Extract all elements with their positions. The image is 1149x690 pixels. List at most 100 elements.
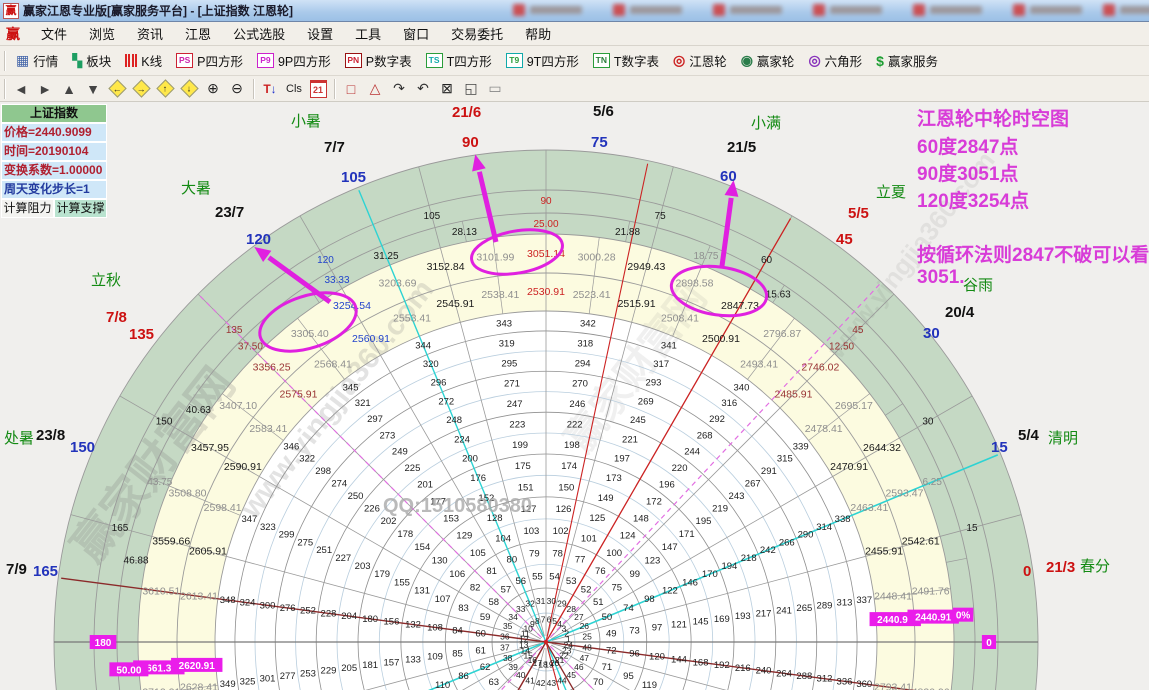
degree-label: 105 (341, 169, 366, 186)
toolbar-button-六角形[interactable]: ◎六角形 (805, 49, 865, 72)
nav-prev-button[interactable]: ◄ (11, 79, 31, 99)
svg-text:2593.47: 2593.47 (885, 488, 923, 500)
toolbar-button-T四方形[interactable]: TST四方形 (423, 49, 495, 72)
svg-text:2463.41: 2463.41 (850, 502, 888, 514)
rotate-ccw-button[interactable]: ↶ (413, 79, 433, 99)
degree-label: 15 (991, 439, 1008, 456)
toolbar-button-板块[interactable]: ▚板块 (69, 49, 114, 72)
svg-text:300: 300 (260, 600, 276, 611)
analysis-note-3: 120度3254点 (917, 186, 1029, 213)
svg-text:266: 266 (779, 537, 795, 548)
toolbar-button-label: 赢家服务 (888, 51, 938, 70)
svg-text:299: 299 (279, 530, 295, 541)
svg-text:144: 144 (671, 655, 687, 666)
toolbar-button-江恩轮[interactable]: ◎江恩轮 (670, 49, 730, 72)
toolbar-button-9T四方形[interactable]: T99T四方形 (503, 49, 582, 72)
date-label: 7/8 (106, 309, 127, 326)
svg-text:54: 54 (549, 572, 560, 583)
collapse-tool-button[interactable]: ◱ (461, 79, 481, 99)
square-tool-button[interactable]: □ (341, 79, 361, 99)
menu-item-6[interactable]: 工具 (344, 25, 392, 44)
svg-text:124: 124 (620, 531, 636, 542)
svg-text:216: 216 (735, 663, 751, 674)
pan-down-button[interactable]: ↓ (179, 79, 199, 99)
menu-item-1[interactable]: 浏览 (78, 25, 126, 44)
svg-text:0: 0 (986, 638, 992, 649)
menu-item-5[interactable]: 设置 (296, 25, 344, 44)
menu-item-3[interactable]: 江恩 (174, 25, 222, 44)
svg-text:146: 146 (682, 577, 698, 588)
svg-text:2538.41: 2538.41 (481, 289, 519, 301)
toolbar-button-label: T数字表 (614, 51, 659, 70)
marquee-tool-button[interactable]: ⊠ (437, 79, 457, 99)
zoom-in-button[interactable]: ⊕ (203, 79, 223, 99)
svg-text:314: 314 (816, 522, 832, 533)
menu-item-8[interactable]: 交易委托 (440, 25, 514, 44)
pan-left-button[interactable]: ← (107, 79, 127, 99)
pan-up-button[interactable]: ↑ (155, 79, 175, 99)
menu-item-4[interactable]: 公式选股 (222, 25, 296, 44)
drawing-toolbar: ◄►▲▼←→↑↓⊕⊖ T↓Cls21 □△↷↶⊠◱▭ (0, 76, 1149, 102)
svg-text:145: 145 (693, 617, 709, 628)
svg-text:25: 25 (582, 632, 592, 642)
toolbar-button-行情[interactable]: ▦行情 (13, 49, 61, 72)
nav-down-button[interactable]: ▼ (83, 79, 103, 99)
menu-item-9[interactable]: 帮助 (514, 25, 562, 44)
svg-text:249: 249 (392, 447, 408, 458)
svg-text:3203.69: 3203.69 (379, 278, 417, 290)
toolbar-button-K线[interactable]: K线 (122, 49, 165, 72)
redacted-region (1103, 2, 1149, 18)
season-label: 处暑 (4, 427, 34, 448)
nav-next-button[interactable]: ► (35, 79, 55, 99)
quote-panel: 上证指数 价格=2440.9099时间=20190104变换系数=1.00000… (1, 104, 107, 218)
svg-text:5: 5 (552, 616, 557, 626)
svg-text:221: 221 (622, 434, 638, 445)
toolbar-button-赢家轮[interactable]: ◉赢家轮 (738, 49, 798, 72)
svg-text:274: 274 (331, 478, 347, 489)
date-label: 7/9 (6, 561, 27, 578)
svg-text:129: 129 (456, 531, 472, 542)
pn-icon: PN (345, 53, 362, 68)
panel-button-计算支撑[interactable]: 计算支撑 (54, 199, 107, 218)
svg-text:2485.91: 2485.91 (775, 389, 813, 401)
svg-text:272: 272 (438, 396, 454, 407)
degree-label: 120 (246, 231, 271, 248)
svg-text:2515.91: 2515.91 (618, 298, 656, 310)
toolbar-separator (253, 79, 254, 99)
svg-text:277: 277 (280, 671, 296, 682)
svg-text:96: 96 (629, 649, 640, 660)
svg-text:35: 35 (503, 621, 513, 631)
svg-text:269: 269 (638, 396, 654, 407)
menu-item-7[interactable]: 窗口 (392, 25, 440, 44)
svg-text:181: 181 (362, 660, 378, 671)
panel-button-计算阻力[interactable]: 计算阻力 (1, 199, 54, 218)
nav-up-button[interactable]: ▲ (59, 79, 79, 99)
toolbar-button-P四方形[interactable]: PSP四方形 (173, 49, 246, 72)
toolbar-button-赢家服务[interactable]: $赢家服务 (873, 49, 941, 72)
svg-text:79: 79 (529, 549, 540, 560)
svg-text:339: 339 (793, 442, 809, 453)
pan-right-button[interactable]: → (131, 79, 151, 99)
calendar-button[interactable]: 21 (308, 79, 328, 99)
svg-text:157: 157 (384, 657, 400, 668)
svg-text:2470.91: 2470.91 (830, 461, 868, 473)
screen-tool-button[interactable]: ▭ (485, 79, 505, 99)
season-label: 清明 (1048, 427, 1078, 448)
toolbar-button-9P四方形[interactable]: P99P四方形 (254, 49, 334, 72)
svg-text:267: 267 (745, 478, 761, 489)
triangle-tool-button[interactable]: △ (365, 79, 385, 99)
svg-text:165: 165 (112, 523, 129, 534)
rotate-cw-button[interactable]: ↷ (389, 79, 409, 99)
cls-button[interactable]: Cls (284, 79, 304, 99)
menu-item-0[interactable]: 文件 (30, 25, 78, 44)
toolbar-button-P数字表[interactable]: PNP数字表 (342, 49, 415, 72)
svg-text:50: 50 (602, 612, 613, 623)
svg-text:341: 341 (661, 340, 677, 351)
toolbar-button-T数字表[interactable]: TNT数字表 (590, 49, 662, 72)
t-arrow-button[interactable]: T↓ (260, 79, 280, 99)
svg-text:2568.41: 2568.41 (314, 358, 352, 370)
svg-text:224: 224 (454, 434, 470, 445)
svg-text:31.25: 31.25 (374, 251, 399, 262)
zoom-out-button[interactable]: ⊖ (227, 79, 247, 99)
menu-item-2[interactable]: 资讯 (126, 25, 174, 44)
